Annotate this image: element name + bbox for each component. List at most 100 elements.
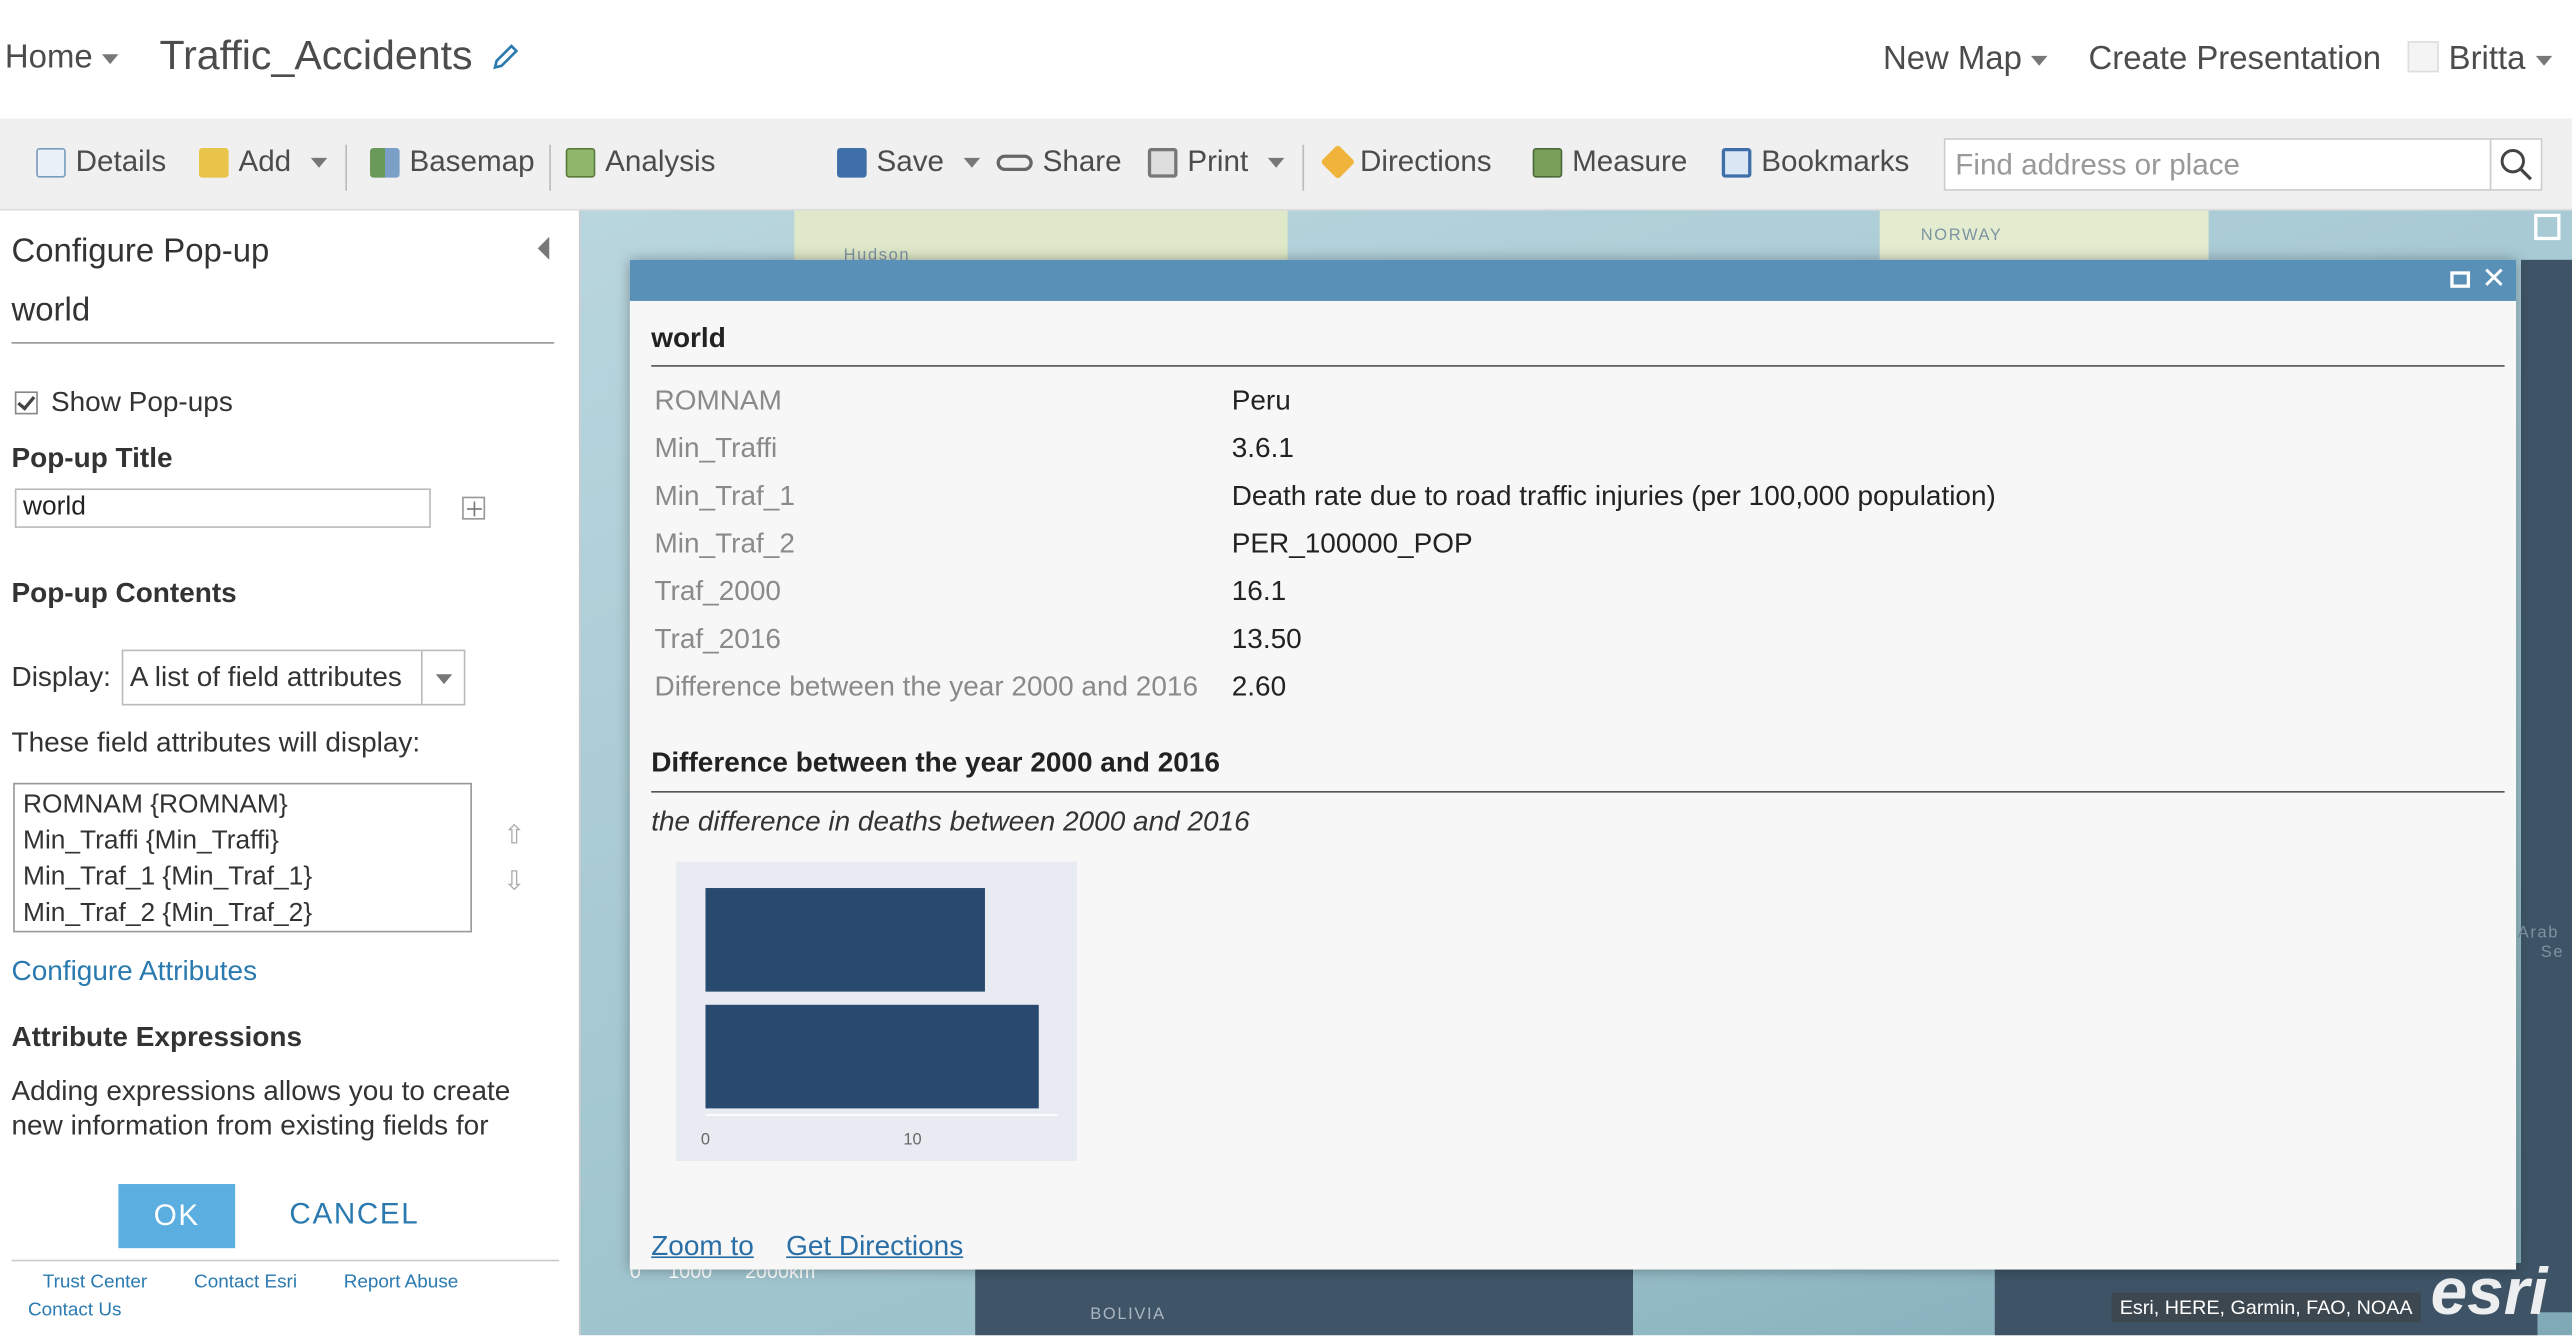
- popup-title-input[interactable]: world: [14, 488, 431, 528]
- maximize-icon[interactable]: [2450, 271, 2471, 288]
- attribute-expressions-text: new information from existing fields for: [11, 1110, 489, 1142]
- chart-title: Difference between the year 2000 and 201…: [651, 746, 1220, 778]
- add-field-icon[interactable]: [462, 496, 486, 520]
- attr-value: PER_100000_POP: [1231, 527, 1473, 560]
- bookmarks-button[interactable]: Bookmarks: [1721, 144, 1910, 180]
- field-attributes-list[interactable]: ROMNAM {ROMNAM} Min_Traffi {Min_Traffi} …: [13, 782, 472, 933]
- details-label: Details: [75, 144, 167, 178]
- attr-key: Traf_2000: [654, 575, 781, 607]
- list-item[interactable]: ROMNAM {ROMNAM}: [23, 788, 462, 824]
- list-item[interactable]: Min_Traf_2 {Min_Traf_2}: [23, 896, 462, 931]
- analysis-button[interactable]: Analysis: [565, 144, 716, 180]
- bookmarks-icon: [1721, 147, 1752, 177]
- details-icon: [36, 147, 66, 177]
- measure-button[interactable]: Measure: [1532, 145, 1687, 180]
- contact-us-link[interactable]: Contact Us: [28, 1301, 122, 1321]
- ok-button[interactable]: OK: [118, 1184, 236, 1249]
- list-item[interactable]: Min_Traf_1 {Min_Traf_1}: [23, 860, 462, 896]
- add-icon: [198, 147, 229, 177]
- close-icon[interactable]: ✕: [2482, 261, 2507, 296]
- map-land: [2521, 259, 2572, 1313]
- chevron-down-icon: [2031, 55, 2049, 66]
- share-button[interactable]: Share: [996, 144, 1122, 180]
- add-button[interactable]: Add: [198, 145, 328, 180]
- attr-value: 13.50: [1231, 623, 1302, 655]
- configure-attributes-link[interactable]: Configure Attributes: [12, 955, 258, 988]
- popup-title: world: [651, 322, 726, 354]
- bookmarks-label: Bookmarks: [1761, 144, 1910, 178]
- popup-header: ✕: [629, 259, 2517, 301]
- report-abuse-link[interactable]: Report Abuse: [344, 1273, 459, 1293]
- new-map-label: New Map: [1882, 41, 2022, 78]
- attr-value: 2.60: [1231, 670, 1287, 703]
- popup-divider: [651, 365, 2505, 367]
- share-label: Share: [1042, 144, 1122, 178]
- display-label: Display:: [11, 661, 111, 693]
- chart-description: the difference in deaths between 2000 an…: [651, 805, 1250, 838]
- map-attribution: Esri, HERE, Garmin, FAO, NOAA: [2111, 1292, 2421, 1323]
- share-link-icon: [996, 153, 1033, 171]
- fields-intro-text: These field attributes will display:: [11, 726, 421, 759]
- cancel-button[interactable]: CANCEL: [289, 1197, 419, 1232]
- analysis-label: Analysis: [605, 144, 716, 178]
- bar-chart-svg: 0 10: [701, 888, 1058, 1149]
- get-directions-link[interactable]: Get Directions: [786, 1230, 963, 1263]
- show-popups-checkbox[interactable]: [14, 391, 38, 415]
- collapse-panel-icon[interactable]: [537, 236, 550, 260]
- create-presentation-link[interactable]: Create Presentation: [2089, 41, 2382, 79]
- move-up-icon[interactable]: ⇧: [503, 819, 526, 850]
- basemap-grid-icon: [370, 147, 400, 177]
- search-icon: [2500, 148, 2533, 181]
- search-input[interactable]: Find address or place: [1943, 138, 2492, 191]
- directions-button[interactable]: Directions: [1320, 144, 1492, 180]
- attr-value: Peru: [1231, 384, 1291, 417]
- home-menu[interactable]: Home: [5, 39, 119, 77]
- chevron-down-icon: [2535, 55, 2552, 66]
- chart-bar[interactable]: [705, 888, 985, 992]
- attr-key: Difference between the year 2000 and 201…: [654, 670, 1199, 703]
- chevron-down-icon: [102, 53, 119, 64]
- panel-title: Configure Pop-up: [11, 233, 270, 270]
- display-select[interactable]: A list of field attributes: [121, 649, 466, 706]
- details-button[interactable]: Details: [36, 145, 166, 180]
- chart-tick-label: 0: [701, 1131, 710, 1149]
- attr-key: ROMNAM: [654, 384, 782, 417]
- save-button[interactable]: Save: [837, 144, 981, 180]
- chevron-down-icon: [1267, 157, 1285, 167]
- attribute-expressions-text: Adding expressions allows you to create: [11, 1075, 511, 1107]
- search-button[interactable]: [2489, 138, 2543, 191]
- directions-icon: [1320, 144, 1356, 180]
- user-avatar[interactable]: [2407, 41, 2439, 73]
- move-down-icon[interactable]: ⇩: [503, 865, 526, 896]
- edit-pencil-icon[interactable]: [490, 43, 520, 73]
- save-label: Save: [876, 144, 944, 178]
- expand-icon[interactable]: [2534, 213, 2561, 241]
- toolbar-divider: [1302, 144, 1305, 191]
- map-land: [975, 1262, 1633, 1336]
- attr-value: 3.6.1: [1231, 432, 1294, 464]
- print-button[interactable]: Print: [1147, 145, 1285, 180]
- chevron-down-icon: [963, 157, 981, 167]
- trust-center-link[interactable]: Trust Center: [43, 1273, 147, 1293]
- chevron-down-icon: [420, 651, 464, 704]
- new-map-menu[interactable]: New Map: [1882, 41, 2049, 79]
- list-item[interactable]: Min_Traffi {Min_Traffi}: [23, 824, 462, 860]
- attr-value: 16.1: [1231, 575, 1287, 607]
- popup-title-heading: Pop-up Title: [11, 442, 173, 474]
- user-menu[interactable]: Britta: [2449, 41, 2552, 79]
- attr-key: Min_Traffi: [654, 432, 778, 464]
- toolbar: Details Add Basemap Analysis Save Share …: [0, 118, 2572, 211]
- contact-esri-link[interactable]: Contact Esri: [194, 1273, 297, 1293]
- bottom-strip: [0, 1335, 2572, 1344]
- chart-bar[interactable]: [705, 1004, 1039, 1109]
- print-icon: [1147, 147, 1178, 177]
- app-header: Home Traffic_Accidents New Map Create Pr…: [0, 0, 2572, 119]
- directions-label: Directions: [1360, 144, 1492, 178]
- panel-divider: [11, 342, 555, 344]
- attr-key: Min_Traf_2: [654, 527, 795, 560]
- zoom-to-link[interactable]: Zoom to: [651, 1230, 754, 1263]
- basemap-button[interactable]: Basemap: [370, 145, 535, 180]
- chart-tick-label: 10: [903, 1131, 921, 1149]
- analysis-icon: [565, 147, 596, 177]
- map-label: BOLIVIA: [1090, 1305, 1166, 1324]
